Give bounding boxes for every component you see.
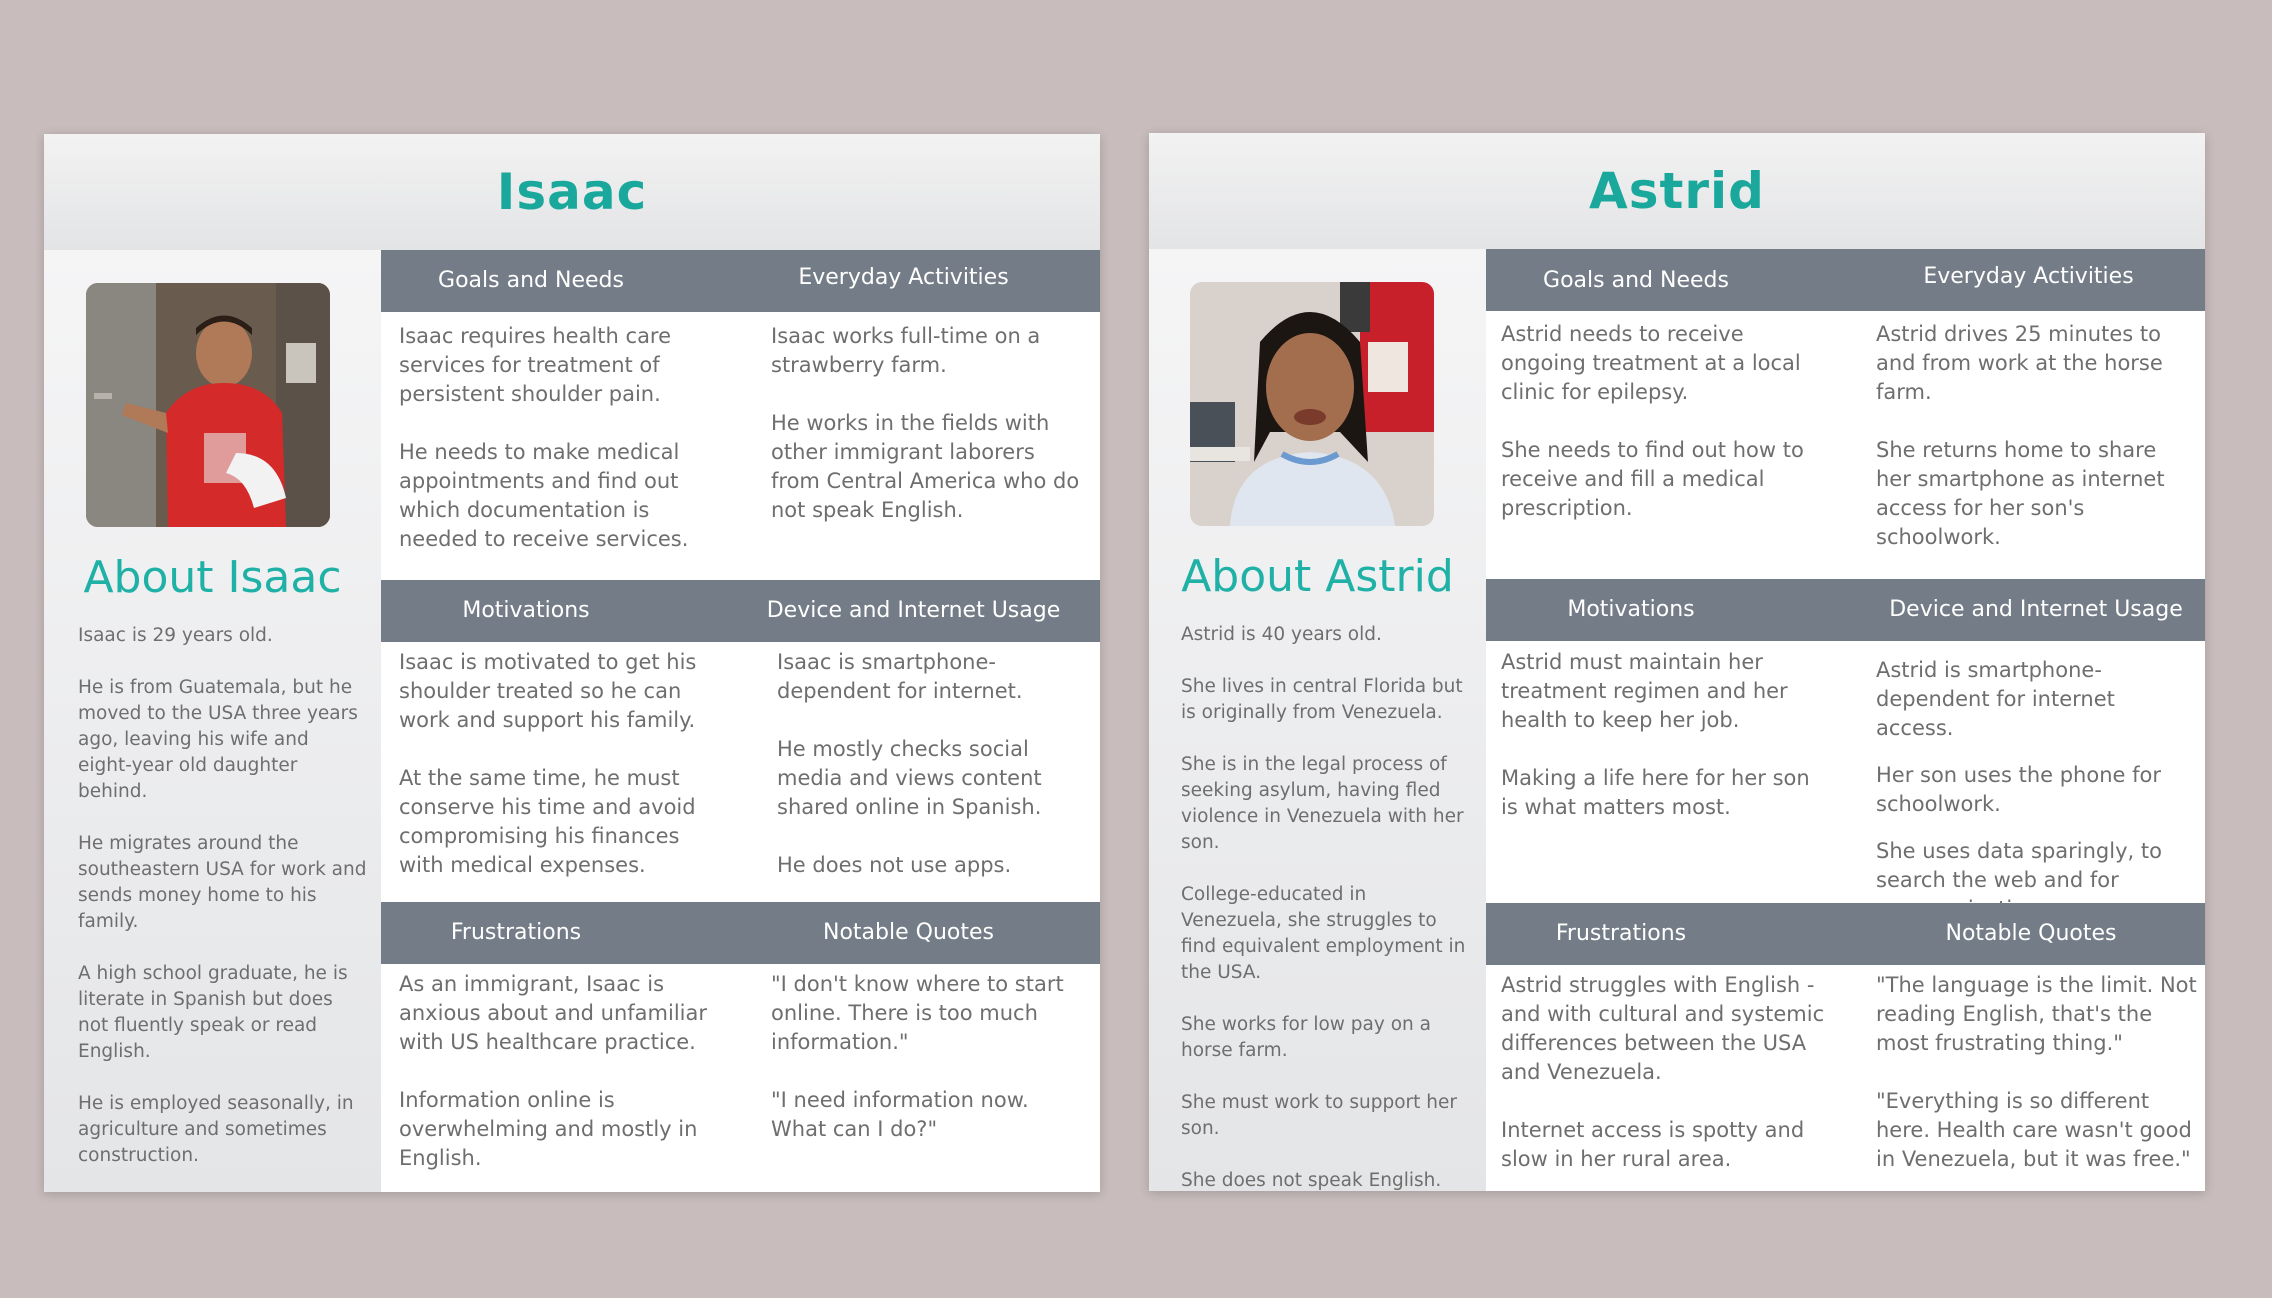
motivations-paragraph: Making a life here for her son is what m… <box>1501 766 1810 819</box>
frustrations-paragraph: Information online is overwhelming and m… <box>399 1088 698 1170</box>
about-paragraph: He is from Guatemala, but he moved to th… <box>78 677 358 802</box>
goals-heading: Goals and Needs <box>1543 268 1729 293</box>
card-header: Isaac <box>44 134 1100 250</box>
quotes-heading: Notable Quotes <box>1945 921 2117 946</box>
about-paragraph: She does not speak English. <box>1181 1170 1442 1191</box>
goals-paragraph: Astrid needs to receive ongoing treatmen… <box>1501 322 1801 404</box>
frustrations-paragraph: Internet access is spotty and slow in he… <box>1501 1118 1805 1171</box>
about-sidebar: About Astrid Astrid is 40 years old. She… <box>1149 249 1486 1191</box>
frustrations-content: As an immigrant, Isaac is anxious about … <box>399 970 719 1192</box>
about-text: Isaac is 29 years old. He is from Guatem… <box>78 623 367 1192</box>
goals-content: Astrid needs to receive ongoing treatmen… <box>1501 320 1821 552</box>
motivations-content: Astrid must maintain her treatment regim… <box>1501 648 1821 851</box>
card-header: Astrid <box>1149 133 2205 249</box>
quotes-heading: Notable Quotes <box>823 920 994 945</box>
motivations-paragraph: Astrid must maintain her treatment regim… <box>1501 650 1788 732</box>
about-paragraph: He is employed seasonally, in agricultur… <box>78 1093 354 1166</box>
section-header-row: Frustrations Notable Quotes <box>381 902 1100 964</box>
about-sidebar: About Isaac Isaac is 29 years old. He is… <box>44 250 381 1192</box>
about-paragraph: She works for low pay on a horse farm. <box>1181 1014 1431 1061</box>
quote-paragraph: "I need information now. What can I do?" <box>771 1088 1029 1141</box>
frustrations-paragraph: Astrid struggles with English - and with… <box>1501 973 1825 1084</box>
section-header-row: Goals and Needs Everyday Activities <box>1486 249 2205 311</box>
activities-content: Astrid drives 25 minutes to and from wor… <box>1876 320 2176 581</box>
activities-heading: Everyday Activities <box>1923 264 2134 289</box>
device-paragraph: He does not use apps. <box>777 853 1012 877</box>
device-paragraph: Her son uses the phone for schoolwork. <box>1876 763 2161 816</box>
goals-paragraph: She needs to find out how to receive and… <box>1501 438 1804 520</box>
activities-heading: Everyday Activities <box>798 265 1009 290</box>
persona-photo <box>1190 282 1434 526</box>
quote-paragraph: "Everything is so different here. Health… <box>1876 1089 2192 1171</box>
about-paragraph: She is in the legal process of seeking a… <box>1181 754 1464 853</box>
activities-paragraph: He works in the fields with other immigr… <box>771 411 1080 522</box>
motivations-paragraph: Isaac is motivated to get his shoulder t… <box>399 650 697 732</box>
about-paragraph: Isaac is 29 years old. <box>78 625 273 646</box>
motivations-heading: Motivations <box>462 598 590 623</box>
activities-content: Isaac works full-time on a strawberry fa… <box>771 322 1086 554</box>
section-header-row: Frustrations Notable Quotes <box>1486 903 2205 965</box>
goals-paragraph: Isaac requires health care services for … <box>399 324 672 406</box>
about-paragraph: He migrates around the southeastern USA … <box>78 833 367 932</box>
motivations-content: Isaac is motivated to get his shoulder t… <box>399 648 714 909</box>
persona-photo <box>86 283 330 527</box>
frustrations-content: Astrid struggles with English - and with… <box>1501 971 1826 1191</box>
device-paragraph: Astrid is smartphone-dependent for inter… <box>1876 658 2115 740</box>
about-title: About Isaac <box>83 552 342 603</box>
about-title: About Astrid <box>1181 551 1454 602</box>
activities-paragraph: She returns home to share her smartphone… <box>1876 438 2165 549</box>
persona-name: Isaac <box>496 163 648 221</box>
quote-paragraph: "I don't know where to start online. The… <box>771 972 1064 1054</box>
goals-content: Isaac requires health care services for … <box>399 322 709 583</box>
about-paragraph: A high school graduate, he is literate i… <box>78 963 348 1062</box>
device-paragraph: Isaac is smartphone-dependent for intern… <box>777 650 1023 703</box>
section-header-row: Goals and Needs Everyday Activities <box>381 250 1100 312</box>
frustrations-paragraph: As an immigrant, Isaac is anxious about … <box>399 972 708 1054</box>
about-paragraph: Astrid is 40 years old. <box>1181 624 1382 645</box>
motivations-paragraph: At the same time, he must conserve his t… <box>399 766 696 877</box>
activities-paragraph: Astrid drives 25 minutes to and from wor… <box>1876 322 2163 404</box>
persona-name: Astrid <box>1589 162 1765 220</box>
about-text: Astrid is 40 years old. She lives in cen… <box>1181 622 1472 1191</box>
persona-card-isaac: Isaac About Isaac Isaac is 29 years old.… <box>44 134 1100 1192</box>
activities-paragraph: Isaac works full-time on a strawberry fa… <box>771 324 1041 377</box>
device-content: Isaac is smartphone-dependent for intern… <box>777 648 1092 909</box>
quotes-content: "The language is the limit. Not reading … <box>1876 971 2201 1191</box>
device-heading: Device and Internet Usage <box>766 598 1061 623</box>
goals-paragraph: He needs to make medical appointments an… <box>399 440 689 551</box>
device-heading: Device and Internet Usage <box>1889 597 2183 622</box>
frustrations-heading: Frustrations <box>450 920 582 945</box>
about-paragraph: She must work to support her son. <box>1181 1092 1457 1139</box>
quote-paragraph: "The language is the limit. Not reading … <box>1876 973 2197 1055</box>
section-header-row: Motivations Device and Internet Usage <box>381 580 1100 642</box>
section-header-row: Motivations Device and Internet Usage <box>1486 579 2205 641</box>
quotes-content: "I don't know where to start online. The… <box>771 970 1081 1173</box>
about-paragraph: College-educated in Venezuela, she strug… <box>1181 884 1466 983</box>
motivations-heading: Motivations <box>1567 597 1695 622</box>
persona-card-astrid: Astrid About Astrid Astrid is 40 years o… <box>1149 133 2205 1191</box>
goals-heading: Goals and Needs <box>438 268 624 293</box>
device-paragraph: He mostly checks social media and views … <box>777 737 1042 819</box>
about-paragraph: She lives in central Florida but is orig… <box>1181 676 1463 723</box>
frustrations-heading: Frustrations <box>1555 921 1687 946</box>
